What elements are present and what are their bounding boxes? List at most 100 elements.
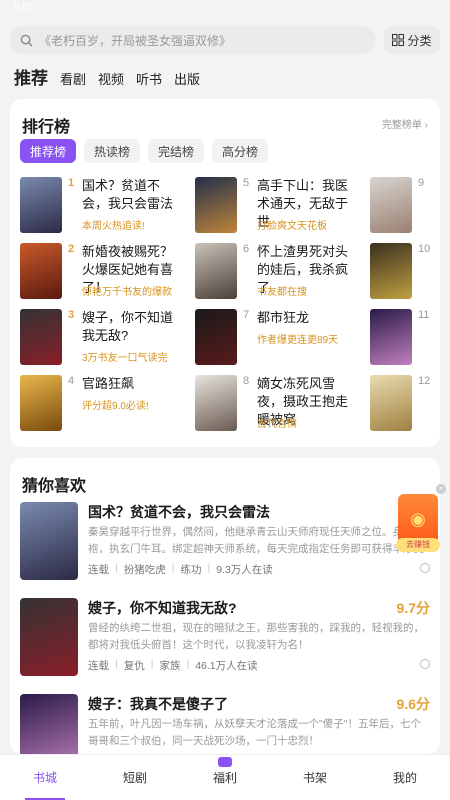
ranking-item[interactable]: 6 怀上渣男死对头的娃后，我杀疯了 书友都在搜: [195, 243, 360, 299]
book-name: 都市狂龙: [257, 310, 310, 325]
ranking-item[interactable]: 5 高手下山：我医术通天，无敌于世 打脸爽文天花板: [195, 177, 360, 233]
book-title: 国术？贫道不会，我只会雷法: [88, 504, 270, 520]
book-name: 国术？贫道不会，我只会雷法: [82, 178, 174, 211]
book-score: 9.7分: [396, 600, 430, 616]
book-tag: 本周火热追读!: [82, 221, 145, 232]
rank-number: 10: [418, 243, 431, 255]
rank-number: 11: [418, 309, 430, 321]
ranking-title: 排行榜: [22, 119, 71, 136]
book-cover: [370, 375, 412, 431]
book-list-item[interactable]: 国术？贫道不会，我只会雷法 秦昊穿越平行世界，偶然间，他继承青云山天师府现任天师…: [20, 502, 430, 588]
book-cover: [20, 177, 62, 233]
ranking-tab-finished[interactable]: 完结榜: [148, 139, 205, 163]
ranking-item[interactable]: 9: [370, 177, 440, 233]
book-readers: 9.3万人在读: [216, 564, 273, 576]
book-title: 嫂子，你不知道我无敌?: [88, 600, 237, 616]
tab-recommend[interactable]: 推荐: [14, 64, 48, 89]
book-meta: 连载 | 扮猪吃虎 | 练功 | 9.3万人在读: [88, 562, 273, 576]
rank-number: 6: [243, 243, 250, 255]
rank-number: 1: [68, 177, 75, 189]
ranking-item[interactable]: 8 嫡女冻死风雪夜，摄政王抱走暖被窝 古代言情: [195, 375, 360, 431]
category-label: 分类: [407, 33, 432, 48]
book-cover: [20, 502, 78, 580]
book-list-item[interactable]: 嫂子，你不知道我无敌? 9.7分 曾经的纨绔二世祖，现在的暗狱之王，那些害我的，…: [20, 598, 430, 684]
book-tag: 书友都在搜: [257, 287, 307, 298]
tab-drama[interactable]: 看剧: [60, 69, 86, 88]
book-description: 曾经的纨绔二世祖，现在的暗狱之王，那些害我的，踩我的，轻视我的，都将对我低头俯首…: [88, 622, 424, 651]
book-tag: 作者爆更连更89天: [257, 335, 339, 346]
nav-short-drama[interactable]: 短剧: [90, 755, 180, 800]
book-cover: [370, 177, 412, 233]
status-bar: 9:01: [0, 0, 450, 20]
dislike-icon[interactable]: [420, 659, 430, 669]
book-status: 连载: [88, 660, 109, 672]
book-name: 官路狂飙: [82, 376, 135, 391]
book-cover: [20, 375, 62, 431]
book-cover: [195, 243, 237, 299]
book-status: 连载: [88, 564, 109, 576]
book-cover: [195, 375, 237, 431]
book-cover: [20, 309, 62, 365]
ranking-item[interactable]: 1 国术？贫道不会，我只会雷法 本周火热追读!: [20, 177, 185, 233]
book-readers: 46.1万人在读: [195, 660, 258, 672]
book-cover: [370, 243, 412, 299]
book-title: 嫂子：我真不是傻子了: [88, 696, 228, 712]
book-score: 9.6分: [396, 696, 430, 712]
gift-icon: [218, 757, 232, 767]
book-tag: 打脸爽文天花板: [257, 221, 327, 232]
nav-bookstore[interactable]: 书城: [0, 755, 90, 800]
ranking-item[interactable]: 11: [370, 309, 440, 365]
rank-number: 5: [243, 177, 250, 189]
ranking-tabs: 推荐榜 热读榜 完结榜 高分榜: [20, 139, 269, 163]
nav-mine[interactable]: 我的: [360, 755, 450, 800]
nav-welfare[interactable]: 福利: [180, 755, 270, 800]
nav-bookshelf[interactable]: 书架: [270, 755, 360, 800]
ranking-tab-recommend[interactable]: 推荐榜: [20, 139, 77, 163]
nav-bookshelf-label: 书架: [302, 771, 327, 785]
book-cover: [20, 598, 78, 676]
ranking-tab-score[interactable]: 高分榜: [212, 139, 269, 163]
rank-number: 7: [243, 309, 250, 321]
guess-card: 猜你喜欢 国术？贫道不会，我只会雷法 秦昊穿越平行世界，偶然间，他继承青云山天师…: [10, 458, 440, 754]
book-cover: [20, 694, 78, 754]
nav-welfare-label: 福利: [212, 771, 237, 785]
nav-short-drama-label: 短剧: [122, 771, 147, 785]
tab-audio[interactable]: 听书: [136, 69, 162, 88]
book-tag: 古代言情: [257, 419, 297, 430]
ranking-more-label: 完整榜单: [381, 120, 422, 131]
ranking-item[interactable]: 7 都市狂龙 作者爆更连更89天: [195, 309, 360, 365]
rank-number: 9: [418, 177, 425, 189]
bottom-nav: 书城 短剧 福利 书架 我的: [0, 754, 450, 800]
chevron-right-icon: ›: [424, 120, 428, 131]
book-meta: 连载 | 复仇 | 家族 | 46.1万人在读: [88, 658, 258, 672]
book-cover: [195, 309, 237, 365]
ranking-card: 排行榜 完整榜单 › 推荐榜 热读榜 完结榜 高分榜 1 国术？贫道不会，我只会…: [10, 99, 440, 447]
book-list-item[interactable]: 嫂子：我真不是傻子了 9.6分 五年前，叶凡因一场车祸，从妖孽天才沦落成一个"傻…: [20, 694, 430, 754]
ranking-more-link[interactable]: 完整榜单 ›: [382, 116, 428, 131]
earn-money-float-button[interactable]: ◉ 去赚钱: [396, 494, 440, 552]
ranking-item[interactable]: 4 官路狂飙 评分超9.0必读!: [20, 375, 185, 431]
earn-money-label: 去赚钱: [396, 538, 440, 552]
ranking-item[interactable]: 12: [370, 375, 440, 431]
tab-video[interactable]: 视频: [98, 69, 124, 88]
book-name: 嫂子，你不知道我无敌?: [82, 310, 174, 343]
dislike-icon[interactable]: [420, 563, 430, 573]
coin-icon: ◉: [398, 494, 438, 544]
ranking-tab-hot[interactable]: 热读榜: [84, 139, 141, 163]
book-cover: [20, 243, 62, 299]
nav-mine-label: 我的: [392, 771, 417, 785]
rank-number: 3: [68, 309, 75, 321]
category-button[interactable]: 分类: [384, 26, 440, 54]
ranking-item[interactable]: 3 嫂子，你不知道我无敌? 3万书友一口气读完: [20, 309, 185, 365]
close-icon[interactable]: ×: [436, 484, 446, 494]
book-tag: 3万书友一口气读完: [82, 353, 168, 364]
tab-publish[interactable]: 出版: [174, 69, 200, 88]
guess-title: 猜你喜欢: [22, 478, 87, 495]
nav-bookstore-label: 书城: [32, 771, 57, 785]
ranking-item[interactable]: 2 新婚夜被赐死？火爆医妃她有喜了！ 惊艳万千书友的爆款: [20, 243, 185, 299]
search-placeholder: 《老朽百岁，开局被圣女强逼双修》: [39, 33, 232, 48]
book-genre: 练功: [180, 564, 202, 576]
book-genre: 扮猪吃虎: [123, 564, 166, 576]
ranking-item[interactable]: 10: [370, 243, 440, 299]
search-input[interactable]: 《老朽百岁，开局被圣女强逼双修》: [10, 26, 376, 54]
